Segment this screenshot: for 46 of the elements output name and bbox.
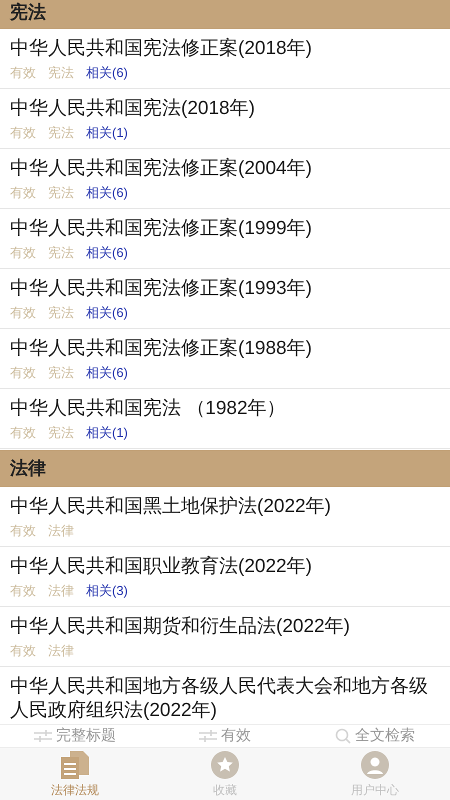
category-label: 宪法 bbox=[48, 184, 74, 202]
category-label: 宪法 bbox=[48, 304, 74, 322]
status-label: 有效 bbox=[10, 124, 36, 142]
category-label: 宪法 bbox=[48, 424, 74, 442]
law-title[interactable]: 中华人民共和国期货和衍生品法(2022年) bbox=[10, 615, 440, 639]
status-label: 有效 bbox=[10, 244, 36, 262]
status-label: 有效 bbox=[10, 642, 36, 660]
related-link[interactable]: 相关(6) bbox=[86, 243, 128, 262]
document-icon bbox=[60, 751, 90, 779]
section-title: 法律 bbox=[10, 457, 46, 480]
section-title: 宪法 bbox=[10, 1, 46, 24]
related-link[interactable]: 相关(1) bbox=[86, 123, 128, 142]
category-label: 法律 bbox=[48, 642, 74, 660]
law-title[interactable]: 中华人民共和国黑土地保护法(2022年) bbox=[10, 495, 440, 519]
related-link[interactable]: 相关(6) bbox=[86, 363, 128, 382]
status-label: 有效 bbox=[10, 424, 36, 442]
filter-icon bbox=[34, 730, 52, 742]
law-title[interactable]: 中华人民共和国职业教育法(2022年) bbox=[10, 555, 440, 579]
law-title[interactable]: 中华人民共和国宪法修正案(1988年) bbox=[10, 337, 440, 361]
status-label: 有效 bbox=[10, 582, 36, 600]
related-link[interactable]: 相关(3) bbox=[86, 581, 128, 600]
related-link[interactable]: 相关(6) bbox=[86, 303, 128, 322]
law-title[interactable]: 中华人民共和国宪法修正案(2004年) bbox=[10, 157, 440, 181]
law-title[interactable]: 中华人民共和国宪法修正案(1999年) bbox=[10, 217, 440, 241]
status-label: 有效 bbox=[10, 304, 36, 322]
law-title[interactable]: 中华人民共和国地方各级人民代表大会和地方各级人民政府组织法(2022年) bbox=[10, 675, 440, 723]
law-title[interactable]: 中华人民共和国宪法修正案(2018年) bbox=[10, 37, 440, 61]
category-label: 宪法 bbox=[48, 64, 74, 82]
category-label: 宪法 bbox=[48, 364, 74, 382]
search-icon bbox=[335, 728, 351, 744]
related-link[interactable]: 相关(6) bbox=[86, 183, 128, 202]
category-label: 宪法 bbox=[48, 124, 74, 142]
status-label: 有效 bbox=[10, 184, 36, 202]
status-label: 有效 bbox=[10, 522, 36, 540]
related-link[interactable]: 相关(1) bbox=[86, 423, 128, 442]
related-link[interactable]: 相关(6) bbox=[86, 63, 128, 82]
law-title[interactable]: 中华人民共和国宪法(2018年) bbox=[10, 97, 440, 121]
category-label: 法律 bbox=[48, 522, 74, 540]
category-label: 宪法 bbox=[48, 244, 74, 262]
filter-icon bbox=[199, 730, 217, 742]
category-label: 法律 bbox=[48, 582, 74, 600]
user-icon bbox=[361, 751, 389, 779]
status-label: 有效 bbox=[10, 364, 36, 382]
law-title[interactable]: 中华人民共和国宪法修正案(1993年) bbox=[10, 277, 440, 301]
status-label: 有效 bbox=[10, 64, 36, 82]
law-title[interactable]: 中华人民共和国宪法 （1982年） bbox=[10, 397, 440, 421]
